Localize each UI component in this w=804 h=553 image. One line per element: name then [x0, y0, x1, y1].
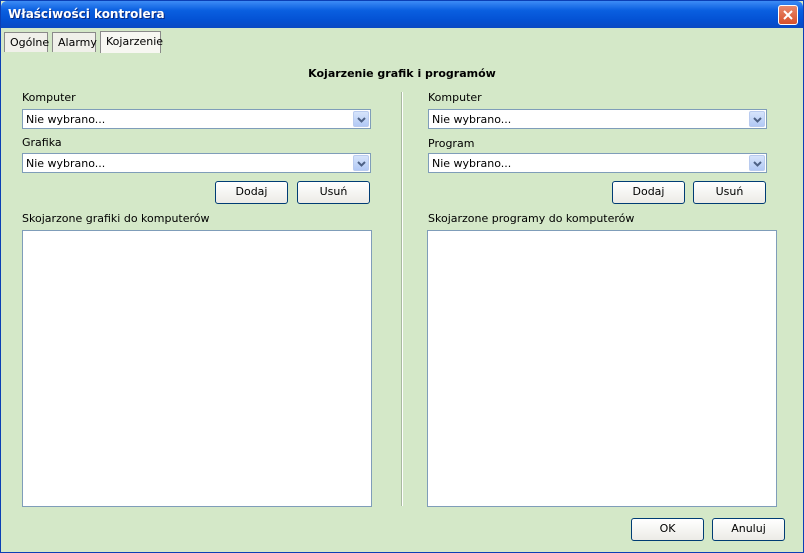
right-program-dropdown-button[interactable]: [749, 155, 765, 171]
chevron-down-icon: [357, 161, 366, 167]
close-icon: [783, 10, 793, 20]
right-computer-select[interactable]: Nie wybrano...: [428, 109, 767, 129]
right-add-button[interactable]: Dodaj: [612, 181, 685, 204]
left-remove-button[interactable]: Usuń: [297, 181, 370, 204]
tab-alarms[interactable]: Alarmy: [52, 32, 97, 52]
right-program-label: Program: [428, 137, 475, 150]
left-add-button[interactable]: Dodaj: [215, 181, 288, 204]
associated-programs-list[interactable]: [427, 230, 777, 507]
tab-association[interactable]: Kojarzenie: [100, 31, 163, 53]
chevron-down-icon: [753, 117, 762, 123]
right-list-label: Skojarzone programy do komputerów: [428, 212, 635, 225]
left-graphic-value: Nie wybrano...: [26, 157, 106, 170]
right-computer-dropdown-button[interactable]: [749, 111, 765, 127]
cancel-button[interactable]: Anuluj: [712, 518, 785, 541]
title-bar[interactable]: Właściwości kontrolera: [1, 1, 803, 28]
left-computer-select[interactable]: Nie wybrano...: [22, 109, 371, 129]
associated-graphics-list[interactable]: [22, 230, 372, 507]
left-computer-value: Nie wybrano...: [26, 113, 106, 126]
right-computer-label: Komputer: [428, 91, 482, 104]
left-graphic-dropdown-button[interactable]: [353, 155, 369, 171]
right-computer-value: Nie wybrano...: [432, 113, 512, 126]
tab-general[interactable]: Ogólne: [4, 32, 49, 52]
right-program-value: Nie wybrano...: [432, 157, 512, 170]
right-program-select[interactable]: Nie wybrano...: [428, 153, 767, 173]
chevron-down-icon: [357, 117, 366, 123]
column-divider: [401, 92, 403, 506]
left-computer-dropdown-button[interactable]: [353, 111, 369, 127]
close-button[interactable]: [778, 5, 798, 25]
window-title: Właściwości kontrolera: [8, 7, 165, 21]
chevron-down-icon: [753, 161, 762, 167]
left-computer-label: Komputer: [22, 91, 76, 104]
properties-dialog: Właściwości kontrolera Ogólne Alarmy Koj…: [0, 0, 804, 553]
section-title: Kojarzenie grafik i programów: [308, 67, 496, 80]
left-list-label: Skojarzone grafiki do komputerów: [22, 212, 210, 225]
ok-button[interactable]: OK: [631, 518, 704, 541]
right-remove-button[interactable]: Usuń: [693, 181, 766, 204]
left-graphic-select[interactable]: Nie wybrano...: [22, 153, 371, 173]
left-graphic-label: Grafika: [22, 136, 62, 149]
